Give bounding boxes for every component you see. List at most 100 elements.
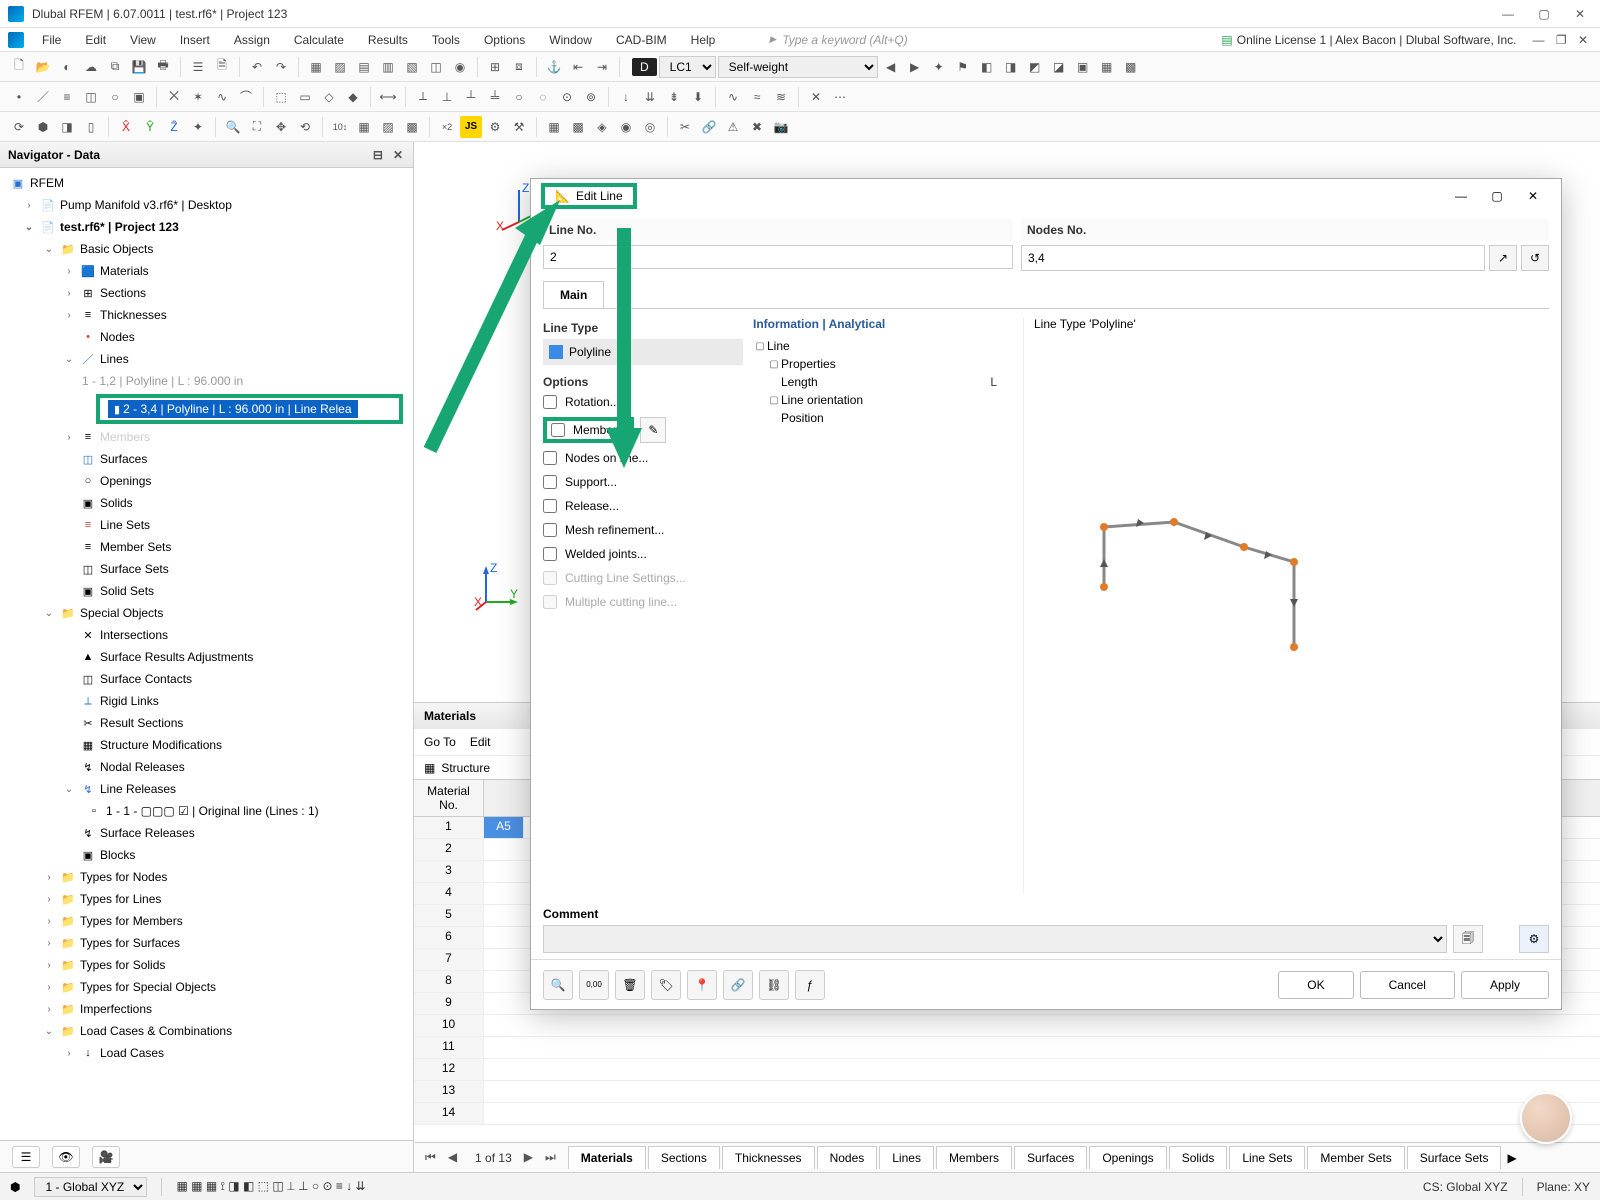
menu-file[interactable]: File (32, 31, 71, 49)
select3-icon[interactable]: ◇ (318, 86, 340, 108)
load-right-icon[interactable]: ⇥ (591, 56, 613, 78)
surf4-icon[interactable]: ◪ (1048, 56, 1070, 78)
menu-edit[interactable]: Edit (75, 31, 116, 49)
opt-support[interactable]: Support... (543, 473, 743, 491)
cs-y-icon[interactable]: Ŷ (139, 116, 161, 138)
select-icon[interactable]: ⬚ (270, 86, 292, 108)
nav-sections[interactable]: Sections (100, 286, 146, 300)
opt-mesh[interactable]: Mesh refinement... (543, 521, 743, 539)
comment-extra-icon[interactable]: ⚙ (1519, 925, 1549, 953)
grid-c-icon[interactable]: ▤ (353, 56, 375, 78)
surf5-icon[interactable]: ▣ (1072, 56, 1094, 78)
menu-assign[interactable]: Assign (224, 31, 280, 49)
nav-line-2[interactable]: 2 - 3,4 | Polyline | L : 96.000 in | Lin… (123, 402, 351, 416)
nav-materials[interactable]: Materials (100, 264, 149, 278)
dialog-minimize-button[interactable]: — (1443, 183, 1479, 209)
btab-membersets[interactable]: Member Sets (1307, 1146, 1404, 1169)
save-icon[interactable]: 💾 (128, 56, 150, 78)
nav-openings[interactable]: Openings (100, 474, 151, 488)
navigator-tree[interactable]: ▣RFEM ›📄Pump Manifold v3.rf6* | Desktop … (0, 168, 413, 1140)
dim-icon[interactable]: ⟷ (377, 86, 399, 108)
redo-icon[interactable]: ↷ (270, 56, 292, 78)
undo-icon[interactable]: ↶ (246, 56, 268, 78)
mesh-d-icon[interactable]: ◉ (615, 116, 637, 138)
nav-tab-data-icon[interactable]: ☰ (12, 1146, 40, 1168)
menu-cadbim[interactable]: CAD-BIM (606, 31, 677, 49)
table-row[interactable]: 1 (414, 817, 484, 838)
hinge-c-icon[interactable]: ⊙ (556, 86, 578, 108)
menu-help[interactable]: Help (681, 31, 726, 49)
table-row[interactable]: 5 (414, 905, 484, 926)
rotate-icon[interactable]: ⟲ (294, 116, 316, 138)
dialog-close-button[interactable]: ✕ (1515, 183, 1551, 209)
table-row[interactable]: 4 (414, 883, 484, 904)
nav-tm[interactable]: Types for Members (80, 914, 183, 928)
foot-search-icon[interactable]: 🔍 (543, 970, 573, 1000)
nav-tab-camera-icon[interactable]: 🎥 (92, 1146, 120, 1168)
nav-tl[interactable]: Types for Lines (80, 892, 161, 906)
mesh-c-icon[interactable]: ◈ (591, 116, 613, 138)
dialog-maximize-button[interactable]: ▢ (1479, 183, 1515, 209)
btab-sections[interactable]: Sections (648, 1146, 720, 1169)
nav-blocks[interactable]: Blocks (100, 848, 135, 862)
menu-results[interactable]: Results (358, 31, 418, 49)
grid-b-icon[interactable]: ▨ (329, 56, 351, 78)
link-icon[interactable]: 🔗 (698, 116, 720, 138)
btab-thicknesses[interactable]: Thicknesses (722, 1146, 815, 1169)
nav-solidsets[interactable]: Solid Sets (100, 584, 154, 598)
star-icon[interactable]: ✦ (928, 56, 950, 78)
cs-z-icon[interactable]: Ẑ (163, 116, 185, 138)
copy-icon[interactable]: ⧉ (104, 56, 126, 78)
comment-lib-icon[interactable]: 🗐 (1453, 925, 1483, 953)
new-icon[interactable]: 🗋 (8, 56, 30, 78)
open-icon[interactable]: 📂 (32, 56, 54, 78)
mesh-a-icon[interactable]: ▦ (543, 116, 565, 138)
menu-insert[interactable]: Insert (170, 31, 220, 49)
surf2-icon[interactable]: ◨ (1000, 56, 1022, 78)
iso-icon[interactable]: ◨ (56, 116, 78, 138)
opt-welded[interactable]: Welded joints... (543, 545, 743, 563)
status-icons[interactable]: ▦ ▦ ▦ ⟟ ◨ ◧ ⬚ ◫ ⟂ ⊥ ○ ⊙ ≡ ↓ ⇊ (176, 1179, 365, 1194)
btab-surfaces[interactable]: Surfaces (1014, 1146, 1087, 1169)
tabs-last-icon[interactable]: ⏭ (541, 1148, 560, 1167)
ten-icon[interactable]: 10↕ (329, 116, 351, 138)
foot-tag-icon[interactable]: 🏷 (651, 970, 681, 1000)
misc-b-icon[interactable]: ≈ (746, 86, 768, 108)
close-button[interactable]: ✕ (1568, 7, 1592, 21)
btab-solids[interactable]: Solids (1169, 1146, 1228, 1169)
tabs-scroll-right-icon[interactable]: ▶ (1507, 1151, 1516, 1165)
cs-xyz-icon[interactable]: ✦ (187, 116, 209, 138)
table-row[interactable]: 14 (414, 1103, 484, 1124)
cloud-icon[interactable]: ☁ (80, 56, 102, 78)
material-cell[interactable]: A5 (484, 817, 524, 838)
foot-chain-icon[interactable]: ⛓ (759, 970, 789, 1000)
line-tool-icon[interactable]: ／ (32, 86, 54, 108)
nav-nr[interactable]: Nodal Releases (100, 760, 185, 774)
misc-a-icon[interactable]: ∿ (722, 86, 744, 108)
lc-prev-icon[interactable]: ◀ (880, 56, 902, 78)
foot-fn-icon[interactable]: ƒ (795, 970, 825, 1000)
surf6-icon[interactable]: ▦ (1096, 56, 1118, 78)
opening-tool-icon[interactable]: ○ (104, 86, 126, 108)
nav-lr-item[interactable]: 1 - 1 - ▢▢▢ ☑ | Original line (Lines : 1… (106, 804, 319, 818)
misc-c-icon[interactable]: ≋ (770, 86, 792, 108)
menu-calculate[interactable]: Calculate (284, 31, 354, 49)
table-row[interactable]: 2 (414, 839, 484, 860)
btab-lines[interactable]: Lines (879, 1146, 934, 1169)
lc-code-select[interactable]: LC1 (659, 56, 716, 78)
more-icon[interactable]: ⋯ (829, 86, 851, 108)
table-row[interactable]: 10 (414, 1015, 484, 1036)
doc-icon[interactable]: 🗎 (211, 56, 233, 78)
select2-icon[interactable]: ▭ (294, 86, 316, 108)
foot-trash-icon[interactable]: 🗑 (615, 970, 645, 1000)
foot-units-icon[interactable]: 0,00 (579, 970, 609, 1000)
opt-member[interactable]: Member... (551, 423, 626, 437)
support-c-icon[interactable]: ┴ (460, 86, 482, 108)
minimize-button[interactable]: — (1496, 7, 1520, 21)
x2-icon[interactable]: ×2 (436, 116, 458, 138)
comment-select[interactable] (543, 925, 1447, 953)
nodes-no-input[interactable] (1021, 245, 1485, 271)
delete2-icon[interactable]: ✖ (746, 116, 768, 138)
ortho-icon[interactable]: ⊞ (484, 56, 506, 78)
table-row[interactable]: 7 (414, 949, 484, 970)
